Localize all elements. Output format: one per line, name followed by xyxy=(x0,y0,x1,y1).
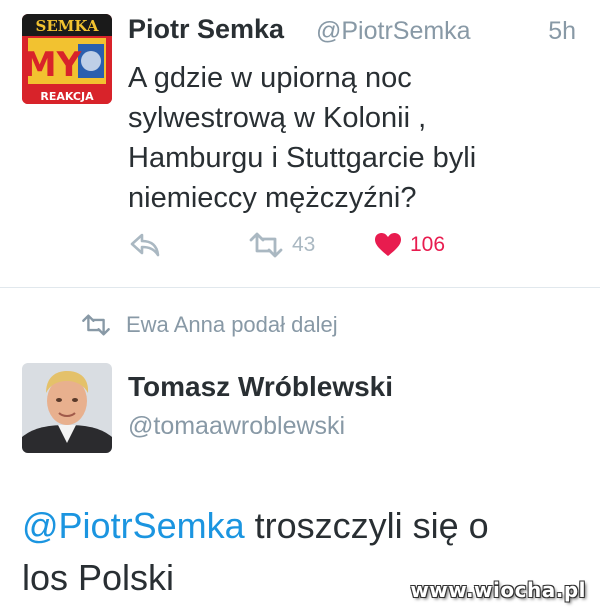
avatar[interactable]: SEMKA MY REAKCJA xyxy=(22,14,112,104)
tweet-text-line: niemieccy mężczyźni? xyxy=(128,182,417,214)
tweet-text-line: Hamburgu i Stuttgarcie byli xyxy=(128,142,477,174)
retweet-icon xyxy=(82,314,110,336)
tweet-actions: 43 106 xyxy=(128,232,588,268)
tweet-text-line: sylwestrową w Kolonii , xyxy=(128,102,427,134)
retweet-count: 43 xyxy=(292,233,316,256)
watermark: www.wiocha.pl xyxy=(410,578,586,602)
author-handle[interactable]: @PiotrSemka xyxy=(316,17,471,46)
avatar-text-bottom: REAKCJA xyxy=(40,90,94,103)
retweet-context[interactable]: Ewa Anna podał dalej xyxy=(80,310,338,340)
tweet-timestamp[interactable]: 5h xyxy=(548,17,576,46)
like-button[interactable]: 106 xyxy=(374,232,445,258)
avatar-text-mid: MY xyxy=(23,45,82,85)
tweet-text-segment: troszczyli się o xyxy=(244,505,489,546)
like-count: 106 xyxy=(410,233,446,256)
avatar-text-top: SEMKA xyxy=(36,17,99,35)
semka-logo-icon: SEMKA MY REAKCJA xyxy=(22,14,112,104)
retweet-icon xyxy=(249,232,283,258)
heart-icon xyxy=(375,233,401,256)
reply-icon xyxy=(130,233,160,257)
retweet-button[interactable]: 43 xyxy=(248,232,315,258)
tweet-text: A gdzie w upiorną noc sylwestrową w Kolo… xyxy=(128,58,578,218)
retweet-context-text: Ewa Anna podał dalej xyxy=(126,312,338,337)
author-handle[interactable]: @tomaawroblewski xyxy=(128,412,345,441)
author-name[interactable]: Piotr Semka xyxy=(128,14,284,45)
avatar[interactable] xyxy=(22,363,112,453)
profile-photo-icon xyxy=(22,363,112,453)
tweet-text-line: A gdzie w upiorną noc xyxy=(128,62,412,94)
tweet-card: SEMKA MY REAKCJA Piotr Semka @PiotrSemka… xyxy=(0,0,600,286)
divider xyxy=(0,287,600,288)
reply-button[interactable] xyxy=(130,232,160,258)
mention-link[interactable]: @PiotrSemka xyxy=(22,505,245,546)
author-name[interactable]: Tomasz Wróblewski xyxy=(128,371,393,403)
